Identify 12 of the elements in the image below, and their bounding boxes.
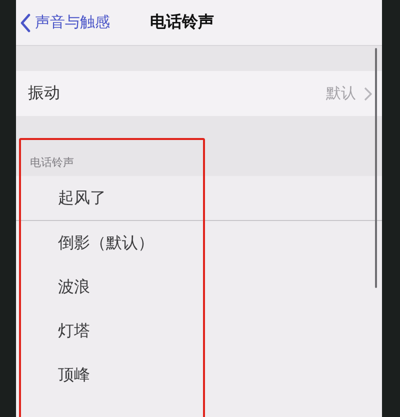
ringtone-item[interactable]: 倒影（默认） [16,221,382,265]
ringtone-item[interactable]: 灯塔 [16,309,382,353]
chevron-icon [364,86,372,100]
vibration-value: 默认 [326,84,356,103]
page-title: 电话铃声 [150,12,214,33]
ringtone-item[interactable]: 顶峰 [16,353,382,397]
back-chevron-icon [20,12,31,32]
back-button[interactable]: 声音与触感 [16,12,110,32]
vibration-row[interactable]: 振动 默认 [16,71,382,116]
ringtone-item[interactable]: 波浪 [16,265,382,309]
vibration-label: 振动 [28,83,61,104]
section-header: 电话铃声 [16,144,382,176]
